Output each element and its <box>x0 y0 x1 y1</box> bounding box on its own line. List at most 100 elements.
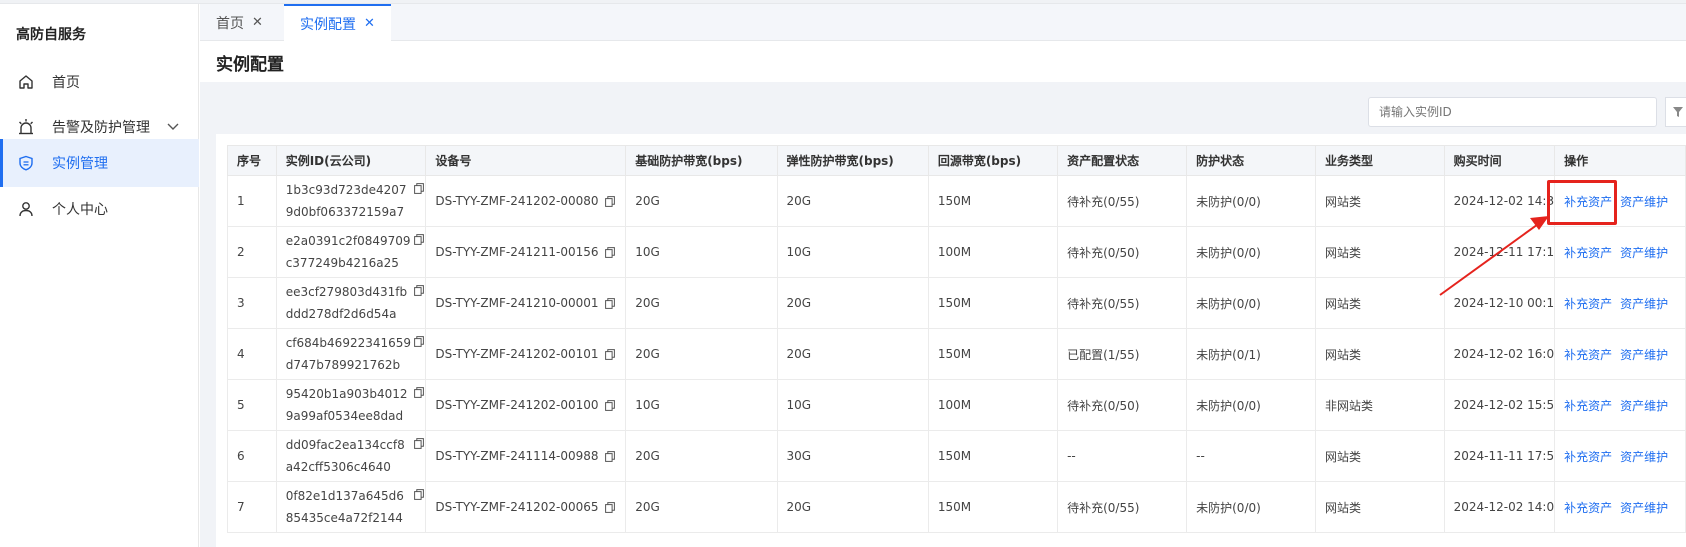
col-header: 业务类型 <box>1315 145 1445 176</box>
col-header: 资产配置状态 <box>1057 145 1188 176</box>
col-header: 操作 <box>1554 145 1686 176</box>
tab-instance-config[interactable]: 实例配置 ✕ <box>284 4 391 41</box>
copy-icon[interactable] <box>604 349 615 360</box>
actions-cell: 补充资产 资产维护 <box>1554 175 1686 227</box>
sidebar-item-home[interactable]: 首页 <box>0 58 199 106</box>
base-bandwidth: 10G <box>625 226 778 278</box>
device-cell: DS-TYY-ZMF-241202-00101 <box>425 328 627 380</box>
maintain-asset-link[interactable]: 资产维护 <box>1620 297 1668 311</box>
back-bandwidth: 150M <box>927 430 1059 482</box>
col-header: 基础防护带宽(bps) <box>625 145 778 176</box>
device-number: DS-TYY-ZMF-241202-00100 <box>435 398 599 412</box>
protect-status: 未防护(0/0) <box>1186 175 1317 227</box>
protect-status: 未防护(0/1) <box>1186 328 1317 380</box>
business-type: 网站类 <box>1315 175 1445 227</box>
base-bandwidth: 20G <box>625 481 778 533</box>
business-type: 网站类 <box>1315 226 1445 278</box>
back-bandwidth: 150M <box>927 328 1059 380</box>
copy-icon[interactable] <box>604 400 615 411</box>
col-header: 防护状态 <box>1186 145 1317 176</box>
copy-icon[interactable] <box>604 502 615 513</box>
device-number: DS-TYY-ZMF-241202-00101 <box>435 347 599 361</box>
tab-home[interactable]: 首页 ✕ <box>200 4 279 41</box>
sidebar-item-label: 个人中心 <box>52 202 108 218</box>
maintain-asset-link[interactable]: 资产维护 <box>1620 450 1668 464</box>
chevron-down-icon[interactable] <box>167 119 179 135</box>
copy-icon[interactable] <box>413 183 424 194</box>
tab-label: 实例配置 <box>300 16 356 33</box>
base-bandwidth: 20G <box>625 328 778 380</box>
supplement-asset-link[interactable]: 补充资产 <box>1564 297 1612 311</box>
row-number: 7 <box>227 481 277 533</box>
sidebar-item-instance[interactable]: 实例管理 <box>0 139 199 187</box>
supplement-asset-link[interactable]: 补充资产 <box>1564 246 1612 260</box>
asset-status: 待补充(0/55) <box>1057 175 1188 227</box>
copy-icon[interactable] <box>413 438 424 449</box>
business-type: 网站类 <box>1315 328 1445 380</box>
col-header: 购买时间 <box>1443 145 1556 176</box>
maintain-asset-link[interactable]: 资产维护 <box>1620 501 1668 515</box>
table-row: 2 e2a0391c2f0849709 c377249b4216a25 DS-TYY-… <box>227 226 1686 278</box>
table-row: 1 1b3c93d723de4207 9d0bf063372159a7 DS-TYY-… <box>227 175 1686 227</box>
maintain-asset-link[interactable]: 资产维护 <box>1620 399 1668 413</box>
back-bandwidth: 150M <box>927 175 1059 227</box>
sidebar-item-label: 实例管理 <box>52 156 108 172</box>
supplement-asset-link[interactable]: 补充资产 <box>1564 450 1612 464</box>
business-type: 网站类 <box>1315 430 1445 482</box>
col-header: 实例ID(云公司) <box>275 145 427 176</box>
close-icon[interactable]: ✕ <box>364 16 375 31</box>
actions-cell: 补充资产 资产维护 <box>1554 481 1686 533</box>
base-bandwidth: 20G <box>625 430 778 482</box>
copy-icon[interactable] <box>604 247 615 258</box>
asset-status: 待补充(0/55) <box>1057 277 1188 329</box>
close-icon[interactable]: ✕ <box>252 15 263 30</box>
table-row: 5 95420b1a903b4012 9a99af0534ee8dad DS-TYY-… <box>227 379 1686 431</box>
filter-icon <box>1672 103 1684 122</box>
asset-status: 待补充(0/55) <box>1057 481 1188 533</box>
copy-icon[interactable] <box>413 387 424 398</box>
elastic-bandwidth: 30G <box>776 430 929 482</box>
purchase-time: 2024-12-11 17:1 <box>1443 226 1556 278</box>
instance-id-cell: dd09fac2ea134ccf8 a42cff5306c4640 <box>275 430 427 482</box>
copy-icon[interactable] <box>604 451 615 462</box>
instance-table: 序号 实例ID(云公司) 设备号 基础防护带宽(bps) 弹性防护带宽(bps)… <box>227 145 1686 533</box>
instance-id-line1: e2a0391c2f0849709 <box>285 234 411 248</box>
col-header: 序号 <box>227 145 277 176</box>
filter-button[interactable] <box>1665 97 1686 127</box>
table-row: 6 dd09fac2ea134ccf8 a42cff5306c4640 DS-TYY-… <box>227 430 1686 482</box>
device-number: DS-TYY-ZMF-241211-00156 <box>435 245 599 259</box>
sidebar-item-profile[interactable]: 个人中心 <box>0 185 199 233</box>
back-bandwidth: 100M <box>927 226 1059 278</box>
maintain-asset-link[interactable]: 资产维护 <box>1620 195 1668 209</box>
device-cell: DS-TYY-ZMF-241211-00156 <box>425 226 627 278</box>
copy-icon[interactable] <box>413 336 424 347</box>
instance-id-cell: 95420b1a903b4012 9a99af0534ee8dad <box>275 379 427 431</box>
back-bandwidth: 100M <box>927 379 1059 431</box>
search-input[interactable] <box>1368 97 1657 127</box>
asset-status: -- <box>1057 430 1188 482</box>
copy-icon[interactable] <box>413 234 424 245</box>
col-header: 设备号 <box>425 145 627 176</box>
copy-icon[interactable] <box>413 285 424 296</box>
instance-id-line2: ddd278df2d6d54a <box>285 307 397 321</box>
sidebar: 高防自服务 首页 告警及防护管理 实例管理 个人中心 <box>0 4 199 547</box>
copy-icon[interactable] <box>604 196 615 207</box>
copy-icon[interactable] <box>604 298 615 309</box>
elastic-bandwidth: 10G <box>776 226 929 278</box>
col-header: 回源带宽(bps) <box>927 145 1059 176</box>
copy-icon[interactable] <box>413 489 424 500</box>
instance-id-line2: 9a99af0534ee8dad <box>285 409 404 423</box>
elastic-bandwidth: 20G <box>776 328 929 380</box>
instance-id-line2: c377249b4216a25 <box>285 256 399 270</box>
maintain-asset-link[interactable]: 资产维护 <box>1620 246 1668 260</box>
supplement-asset-link[interactable]: 补充资产 <box>1564 399 1612 413</box>
supplement-asset-link[interactable]: 补充资产 <box>1564 195 1612 209</box>
purchase-time: 2024-12-10 00:1 <box>1443 277 1556 329</box>
supplement-asset-link[interactable]: 补充资产 <box>1564 501 1612 515</box>
col-header: 弹性防护带宽(bps) <box>776 145 929 176</box>
maintain-asset-link[interactable]: 资产维护 <box>1620 348 1668 362</box>
supplement-asset-link[interactable]: 补充资产 <box>1564 348 1612 362</box>
actions-cell: 补充资产 资产维护 <box>1554 430 1686 482</box>
instance-id-cell: 0f82e1d137a645d6 85435ce4a72f2144 <box>275 481 427 533</box>
device-cell: DS-TYY-ZMF-241114-00988 <box>425 430 627 482</box>
